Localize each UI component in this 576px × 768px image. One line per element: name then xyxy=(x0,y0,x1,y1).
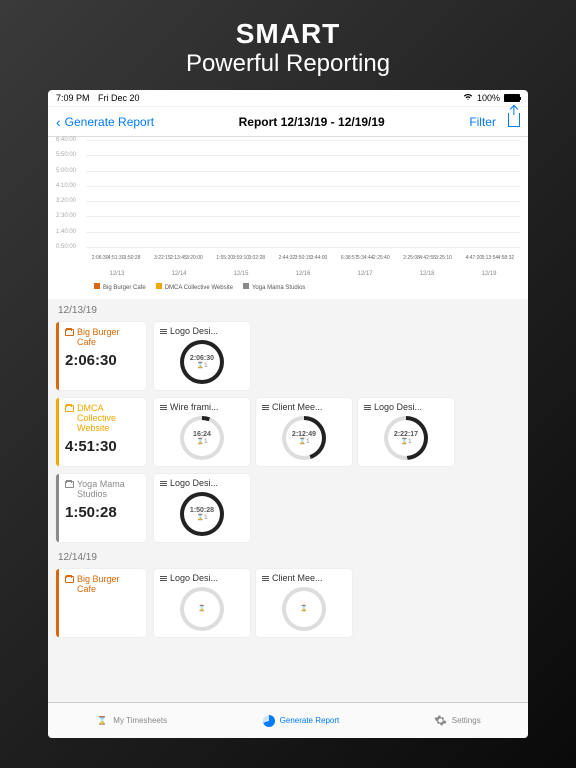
task-dial: 2:12:49⌛1 xyxy=(282,416,326,460)
project-name: DMCA Collective Website xyxy=(77,404,140,434)
chevron-left-icon: ‹ xyxy=(56,114,61,130)
report-bar-chart[interactable]: 0:50:001:40:002:30:003:20:004:10:005:00:… xyxy=(56,141,520,281)
wifi-icon xyxy=(463,93,473,103)
x-tick: 12/18 xyxy=(396,271,458,277)
status-date: Fri Dec 20 xyxy=(98,93,140,103)
task-dial: ⌛ xyxy=(180,587,224,631)
list-icon xyxy=(160,329,167,334)
task-card[interactable]: Logo Desi... ⌛ xyxy=(154,569,250,637)
project-row: Big Burger Cafe 2:06:30 Logo Desi... 2:06:3… xyxy=(48,318,528,394)
project-row: Yoga Mama Studios 1:50:28 Logo Desi... 1:50… xyxy=(48,470,528,546)
promo-line2: Powerful Reporting xyxy=(0,50,576,78)
project-row: DMCA Collective Website 4:51:30 Wire frami… xyxy=(48,394,528,470)
task-name: Client Mee... xyxy=(272,573,323,583)
list-icon xyxy=(262,405,269,410)
gear-icon xyxy=(434,714,448,728)
list-icon xyxy=(160,576,167,581)
list-icon xyxy=(262,576,269,581)
legend-item: DMCA Collective Website xyxy=(156,283,233,291)
promo-header: SMART Powerful Reporting xyxy=(0,0,576,90)
nav-bar: ‹ Generate Report Report 12/13/19 - 12/1… xyxy=(48,107,528,137)
task-dial: 2:06:30⌛1 xyxy=(180,340,224,384)
chart-area: 0:50:001:40:002:30:003:20:004:10:005:00:… xyxy=(48,137,528,299)
project-card[interactable]: Big Burger Cafe 2:06:30 xyxy=(56,322,146,390)
share-button[interactable] xyxy=(508,113,520,130)
x-tick: 12/19 xyxy=(458,271,520,277)
share-icon xyxy=(508,113,520,127)
hourglass-icon: ⌛ xyxy=(95,714,109,728)
tab-timesheets[interactable]: ⌛ My Timesheets xyxy=(95,714,167,728)
task-name: Wire frami... xyxy=(170,402,219,412)
project-row: Big Burger CafeLogo Desi...⌛Client Mee..… xyxy=(48,565,528,641)
folder-icon xyxy=(65,329,74,336)
back-label: Generate Report xyxy=(65,115,154,129)
task-name: Logo Desi... xyxy=(170,573,218,583)
task-card[interactable]: Logo Desi... 2:22:17⌛1 xyxy=(358,398,454,466)
promo-line1: SMART xyxy=(0,18,576,50)
project-card[interactable]: Big Burger Cafe xyxy=(56,569,146,637)
task-name: Logo Desi... xyxy=(170,478,218,488)
battery-percent: 100% xyxy=(477,93,500,103)
task-card[interactable]: Logo Desi... 1:50:28⌛1 xyxy=(154,474,250,542)
project-card[interactable]: DMCA Collective Website 4:51:30 xyxy=(56,398,146,466)
list-icon xyxy=(160,481,167,486)
task-name: Client Mee... xyxy=(272,402,323,412)
device-frame: 7:09 PM Fri Dec 20 100% ‹ Generate Repor… xyxy=(48,90,528,738)
task-dial: 1:50:28⌛1 xyxy=(180,492,224,536)
tab-timesheets-label: My Timesheets xyxy=(113,716,167,725)
folder-icon xyxy=(65,481,74,488)
task-card[interactable]: Wire frami... 16:24⌛1 xyxy=(154,398,250,466)
folder-icon xyxy=(65,576,74,583)
chart-legend: Big Burger Cafe DMCA Collective Website Yo… xyxy=(56,281,520,297)
back-button[interactable]: ‹ Generate Report xyxy=(56,114,154,130)
project-total-time: 4:51:30 xyxy=(65,438,140,455)
x-tick: 12/17 xyxy=(334,271,396,277)
x-tick: 12/15 xyxy=(210,271,272,277)
tab-bar: ⌛ My Timesheets Generate Report Settings xyxy=(48,702,528,738)
project-total-time: 1:50:28 xyxy=(65,504,140,521)
project-name: Big Burger Cafe xyxy=(77,328,140,348)
x-tick: 12/13 xyxy=(86,271,148,277)
tab-generate-report[interactable]: Generate Report xyxy=(262,714,340,728)
project-card[interactable]: Yoga Mama Studios 1:50:28 xyxy=(56,474,146,542)
day-header: 12/13/19 xyxy=(48,299,528,318)
tab-settings[interactable]: Settings xyxy=(434,714,481,728)
project-total-time: 2:06:30 xyxy=(65,352,140,369)
project-name: Big Burger Cafe xyxy=(77,575,140,595)
task-card[interactable]: Client Mee... 2:12:49⌛1 xyxy=(256,398,352,466)
status-bar: 7:09 PM Fri Dec 20 100% xyxy=(48,90,528,107)
tab-report-label: Generate Report xyxy=(280,716,340,725)
list-icon xyxy=(364,405,371,410)
status-time: 7:09 PM xyxy=(56,93,90,103)
task-card[interactable]: Logo Desi... 2:06:30⌛1 xyxy=(154,322,250,390)
pie-chart-icon xyxy=(262,714,276,728)
list-icon xyxy=(160,405,167,410)
task-dial: 16:24⌛1 xyxy=(180,416,224,460)
task-name: Logo Desi... xyxy=(170,326,218,336)
task-dial: ⌛ xyxy=(282,587,326,631)
x-tick: 12/14 xyxy=(148,271,210,277)
folder-icon xyxy=(65,405,74,412)
legend-item: Big Burger Cafe xyxy=(94,283,146,291)
filter-button[interactable]: Filter xyxy=(469,115,496,129)
page-title: Report 12/13/19 - 12/19/19 xyxy=(239,115,385,129)
day-header: 12/14/19 xyxy=(48,546,528,565)
task-name: Logo Desi... xyxy=(374,402,422,412)
legend-item: Yoga Mama Studios xyxy=(243,283,305,291)
task-card[interactable]: Client Mee... ⌛ xyxy=(256,569,352,637)
x-tick: 12/16 xyxy=(272,271,334,277)
task-dial: 2:22:17⌛1 xyxy=(384,416,428,460)
tab-settings-label: Settings xyxy=(452,716,481,725)
battery-icon xyxy=(504,94,520,102)
report-rows[interactable]: 12/13/19 Big Burger Cafe 2:06:30 Logo Desi.… xyxy=(48,299,528,702)
project-name: Yoga Mama Studios xyxy=(77,480,140,500)
